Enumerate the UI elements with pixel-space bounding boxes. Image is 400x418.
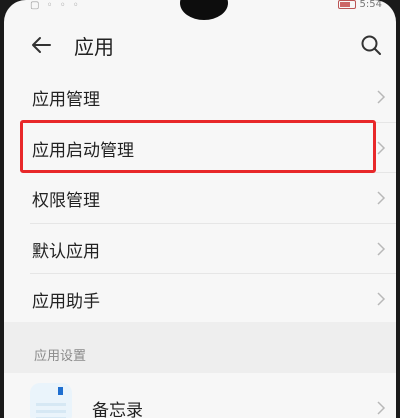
battery-icon [337, 0, 356, 9]
chevron-right-icon [377, 401, 386, 415]
arrow-left-icon[interactable] [30, 34, 52, 56]
list-item-label: 应用启动管理 [32, 140, 134, 161]
status-time: 5:54 [359, 0, 382, 10]
list-item-label: 权限管理 [32, 191, 100, 212]
list-item-permission-management[interactable]: 权限管理 [30, 173, 396, 224]
section-header: 应用设置 [34, 349, 87, 364]
chevron-right-icon [377, 191, 386, 205]
chevron-right-icon [377, 242, 386, 256]
status-right: 5:54 [337, 0, 382, 10]
chevron-right-icon [377, 292, 386, 306]
list-item-label: 应用管理 [32, 90, 100, 110]
chevron-right-icon [377, 141, 386, 155]
list-item-app-management[interactable]: 应用管理 [30, 72, 396, 123]
list-item-app-launch-management[interactable]: 应用启动管理 [30, 123, 396, 174]
list-item-app-assistant[interactable]: 应用助手 [30, 274, 396, 325]
list-item-label: 应用助手 [32, 292, 100, 313]
app-label: 备忘录 [92, 401, 143, 418]
memo-app-icon [30, 383, 72, 418]
app-header: 应用 [4, 28, 396, 64]
phone-screen: ▢ ◦ ◦ ◦ 5:54 应用 应用管理 应用启动管理 权限管理 默认应用 应用… [4, 0, 396, 418]
search-icon[interactable] [360, 34, 382, 56]
camera-notch [180, 0, 228, 20]
list-item-label: 默认应用 [32, 241, 100, 262]
app-row-memo[interactable]: 备忘录 [4, 373, 396, 418]
settings-list: 应用管理 应用启动管理 权限管理 默认应用 应用助手 [4, 72, 396, 325]
list-item-default-apps[interactable]: 默认应用 [30, 224, 396, 275]
status-icons: ▢ ◦ ◦ ◦ [30, 0, 81, 11]
page-title: 应用 [74, 35, 114, 59]
chevron-right-icon [377, 90, 386, 104]
